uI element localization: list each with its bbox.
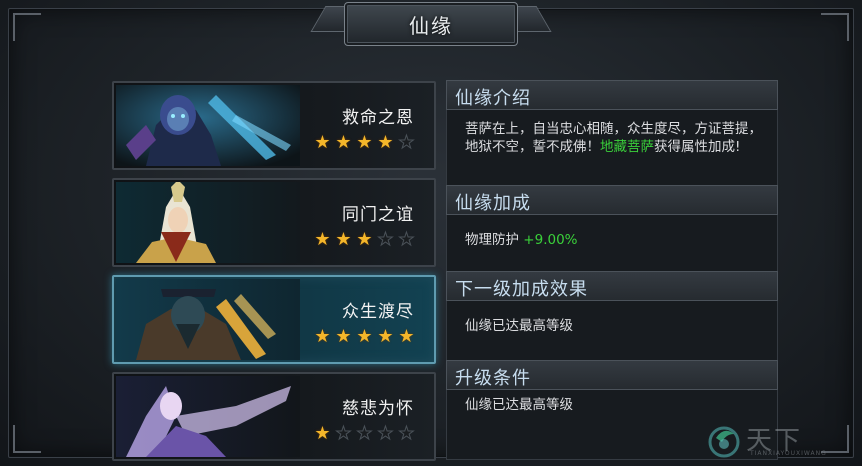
bond-card-4[interactable]: 慈悲为怀 ★ ★ ★ ★ ★ xyxy=(112,372,436,461)
character-portrait-monkey xyxy=(116,85,300,166)
star-empty-icon: ★ xyxy=(335,423,352,444)
intro-body: 菩萨在上，自当忠心相随，众生度尽，方证菩提，地狱不空，誓不成佛！地藏菩萨获得属性… xyxy=(446,110,778,186)
star-filled-icon: ★ xyxy=(314,229,331,250)
star-empty-icon: ★ xyxy=(377,229,394,250)
watermark-logo-icon xyxy=(708,426,740,458)
intro-heading: 仙缘介绍 xyxy=(455,88,531,109)
title-banner: 仙缘 xyxy=(310,0,552,50)
upgrade-header: 升级条件 xyxy=(446,360,778,390)
bonus-stat: 物理防护 +9.00% xyxy=(465,231,763,249)
star-filled-icon: ★ xyxy=(335,229,352,250)
intro-text-after: 获得属性加成! xyxy=(654,139,741,155)
star-filled-icon: ★ xyxy=(314,326,331,347)
upgrade-text: 仙缘已达最高等级 xyxy=(465,397,573,413)
next-level-body: 仙缘已达最高等级 xyxy=(446,301,778,361)
star-filled-icon: ★ xyxy=(377,326,394,347)
bonus-stat-value: +9.00% xyxy=(523,232,578,248)
watermark: 天下 TIANXIAYOUXIWANG xyxy=(704,420,854,460)
upgrade-heading: 升级条件 xyxy=(455,368,531,389)
character-portrait-warrior xyxy=(116,279,300,360)
intro-text: 菩萨在上，自当忠心相随，众生度尽，方证菩提，地狱不空，誓不成佛！地藏菩萨获得属性… xyxy=(465,120,763,156)
frame-corner xyxy=(13,13,41,41)
bond-card-1[interactable]: 救命之恩 ★ ★ ★ ★ ★ xyxy=(112,81,436,170)
star-rating: ★ ★ ★ ★ ★ xyxy=(313,423,416,444)
watermark-subtext: TIANXIAYOUXIWANG xyxy=(750,450,827,457)
bond-card-2[interactable]: 同门之谊 ★ ★ ★ ★ ★ xyxy=(112,178,436,267)
bonus-stat-label: 物理防护 xyxy=(465,232,519,248)
star-rating: ★ ★ ★ ★ ★ xyxy=(313,327,416,346)
page-title: 仙缘 xyxy=(409,13,453,38)
next-level-heading: 下一级加成效果 xyxy=(455,279,588,300)
intro-highlight-name: 地藏菩萨 xyxy=(600,139,654,155)
star-empty-icon: ★ xyxy=(398,423,415,444)
star-filled-icon: ★ xyxy=(356,326,373,347)
bond-name: 众生渡尽 xyxy=(342,302,414,322)
bond-name: 慈悲为怀 xyxy=(342,399,414,419)
star-filled-icon: ★ xyxy=(314,132,331,153)
bonus-body: 物理防护 +9.00% xyxy=(446,215,778,272)
star-empty-icon: ★ xyxy=(398,132,415,153)
character-portrait-monk xyxy=(116,182,300,263)
frame-corner xyxy=(821,13,849,41)
bond-card-3[interactable]: 众生渡尽 ★ ★ ★ ★ ★ xyxy=(112,275,436,364)
bond-name: 救命之恩 xyxy=(342,108,414,128)
star-filled-icon: ★ xyxy=(377,132,394,153)
star-rating: ★ ★ ★ ★ ★ xyxy=(313,132,416,153)
star-empty-icon: ★ xyxy=(398,229,415,250)
star-rating: ★ ★ ★ ★ ★ xyxy=(313,229,416,250)
bond-name: 同门之谊 xyxy=(342,205,414,225)
star-filled-icon: ★ xyxy=(356,229,373,250)
frame-corner xyxy=(13,425,41,453)
bonus-heading: 仙缘加成 xyxy=(455,193,531,214)
star-filled-icon: ★ xyxy=(356,132,373,153)
star-filled-icon: ★ xyxy=(398,326,415,347)
star-filled-icon: ★ xyxy=(335,326,352,347)
character-portrait-goddess xyxy=(116,376,300,457)
intro-header: 仙缘介绍 xyxy=(446,80,778,110)
next-level-text: 仙缘已达最高等级 xyxy=(465,318,573,334)
star-empty-icon: ★ xyxy=(377,423,394,444)
star-empty-icon: ★ xyxy=(356,423,373,444)
star-filled-icon: ★ xyxy=(314,423,331,444)
bonus-header: 仙缘加成 xyxy=(446,185,778,215)
star-filled-icon: ★ xyxy=(335,132,352,153)
title-plate: 仙缘 xyxy=(344,2,518,46)
next-level-header: 下一级加成效果 xyxy=(446,271,778,301)
